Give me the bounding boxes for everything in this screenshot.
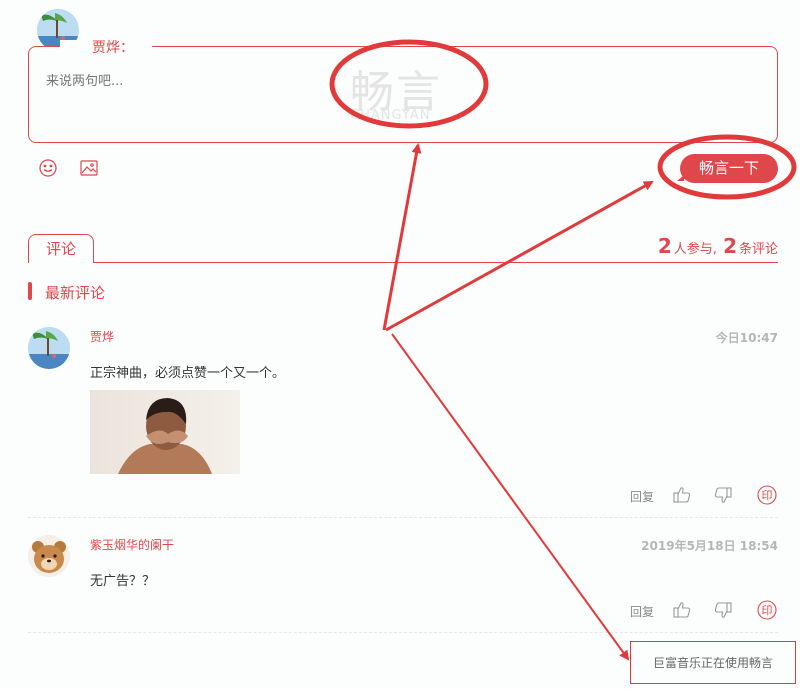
tab-underline [28,262,778,263]
stamp-icon[interactable]: 印 [757,600,777,620]
participants-suffix: 人参与, [673,242,717,257]
annotation-arrow-watermark [382,143,422,331]
comment-divider [28,632,778,633]
comment-avatar[interactable] [28,327,70,369]
comment-divider [28,517,778,518]
changyan-watermark-sub: CHANGYAN [350,108,431,123]
stamp-glyph: 印 [762,489,773,502]
composer-username: 贾烨： [92,40,134,56]
thumbs-up-icon[interactable] [672,600,692,620]
latest-comments-heading: 最新评论 [45,284,106,302]
annotation-arrow-submit [385,180,654,332]
image-icon[interactable] [78,157,100,179]
thumbs-up-icon[interactable] [672,485,692,505]
comment-input[interactable] [44,68,648,132]
comment-username[interactable]: 贾烨 [90,328,114,345]
annotation-arrow-footer [391,333,630,661]
reply-button[interactable]: 回复 [630,603,654,620]
comment-text: 正宗神曲，必须点赞一个又一个。 [90,366,286,381]
stamp-icon[interactable]: 印 [757,485,777,505]
comment-username[interactable]: 紫玉烟华的阑干 [90,536,174,553]
comments-count: 2 [723,234,737,258]
reply-button[interactable]: 回复 [630,488,654,505]
tab-comments[interactable]: 评论 [28,234,94,263]
powered-by-link[interactable]: 巨富音乐正在使用畅言 [630,641,796,684]
thumbs-down-icon[interactable] [713,485,733,505]
comments-suffix: 条评论 [738,242,778,257]
submit-comment-button[interactable]: 畅言一下 [677,154,778,183]
comment-stats: 2 人参与, 2 条评论 [656,234,778,258]
smiley-icon[interactable] [37,157,59,179]
comment-text: 无广告？？ [90,574,156,589]
comment-photo[interactable] [90,390,240,474]
participants-count: 2 [657,234,672,258]
comment-avatar[interactable] [28,535,70,577]
stamp-glyph: 印 [762,604,773,617]
thumbs-down-icon[interactable] [713,600,733,620]
section-marker [28,282,32,300]
comment-time: 今日10:47 [715,331,778,345]
comment-time: 2019年5月18日 18:54 [641,539,778,553]
